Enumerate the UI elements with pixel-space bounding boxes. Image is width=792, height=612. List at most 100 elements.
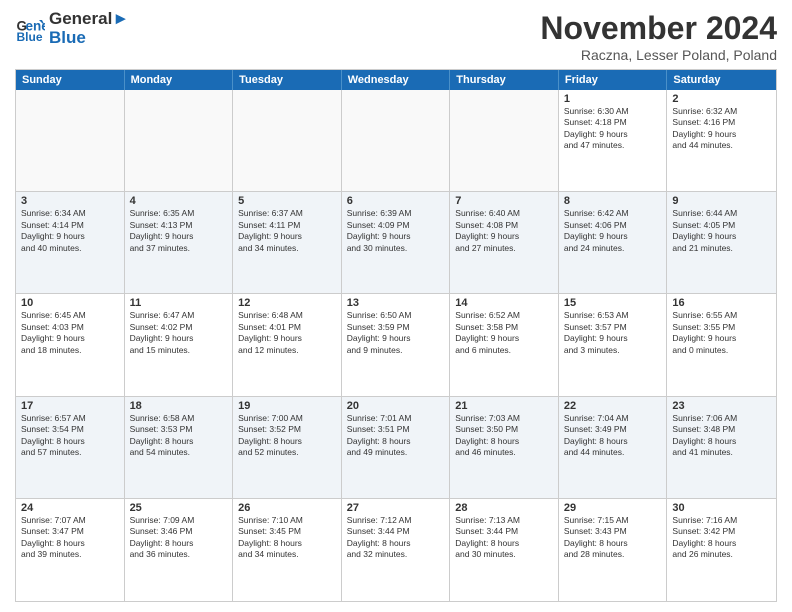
cell-w1-d6: 1Sunrise: 6:30 AM Sunset: 4:18 PM Daylig… — [559, 90, 668, 191]
cell-info-17: Sunrise: 6:57 AM Sunset: 3:54 PM Dayligh… — [21, 413, 119, 459]
cell-w3-d2: 11Sunrise: 6:47 AM Sunset: 4:02 PM Dayli… — [125, 294, 234, 395]
cell-w4-d7: 23Sunrise: 7:06 AM Sunset: 3:48 PM Dayli… — [667, 397, 776, 498]
day-number-19: 19 — [238, 400, 336, 412]
cell-w1-d5 — [450, 90, 559, 191]
cell-info-25: Sunrise: 7:09 AM Sunset: 3:46 PM Dayligh… — [130, 515, 228, 561]
cell-info-4: Sunrise: 6:35 AM Sunset: 4:13 PM Dayligh… — [130, 208, 228, 254]
cell-w3-d6: 15Sunrise: 6:53 AM Sunset: 3:57 PM Dayli… — [559, 294, 668, 395]
week-5: 24Sunrise: 7:07 AM Sunset: 3:47 PM Dayli… — [16, 499, 776, 601]
logo-line2: Blue — [49, 29, 129, 48]
cell-w2-d3: 5Sunrise: 6:37 AM Sunset: 4:11 PM Daylig… — [233, 192, 342, 293]
header: G eneral Blue General► Blue November 202… — [15, 10, 777, 63]
day-number-2: 2 — [672, 93, 771, 105]
logo: G eneral Blue General► Blue — [15, 10, 129, 47]
cell-info-22: Sunrise: 7:04 AM Sunset: 3:49 PM Dayligh… — [564, 413, 662, 459]
header-monday: Monday — [125, 70, 234, 90]
day-number-9: 9 — [672, 195, 771, 207]
day-number-29: 29 — [564, 502, 662, 514]
day-number-10: 10 — [21, 297, 119, 309]
cell-w2-d2: 4Sunrise: 6:35 AM Sunset: 4:13 PM Daylig… — [125, 192, 234, 293]
cell-w5-d5: 28Sunrise: 7:13 AM Sunset: 3:44 PM Dayli… — [450, 499, 559, 601]
page: G eneral Blue General► Blue November 202… — [0, 0, 792, 612]
cell-w2-d5: 7Sunrise: 6:40 AM Sunset: 4:08 PM Daylig… — [450, 192, 559, 293]
cell-w3-d4: 13Sunrise: 6:50 AM Sunset: 3:59 PM Dayli… — [342, 294, 451, 395]
day-number-28: 28 — [455, 502, 553, 514]
cell-info-6: Sunrise: 6:39 AM Sunset: 4:09 PM Dayligh… — [347, 208, 445, 254]
day-number-20: 20 — [347, 400, 445, 412]
month-title: November 2024 — [540, 10, 777, 47]
cell-info-9: Sunrise: 6:44 AM Sunset: 4:05 PM Dayligh… — [672, 208, 771, 254]
cell-info-1: Sunrise: 6:30 AM Sunset: 4:18 PM Dayligh… — [564, 106, 662, 152]
cell-w1-d4 — [342, 90, 451, 191]
header-sunday: Sunday — [16, 70, 125, 90]
cell-info-27: Sunrise: 7:12 AM Sunset: 3:44 PM Dayligh… — [347, 515, 445, 561]
cell-w2-d6: 8Sunrise: 6:42 AM Sunset: 4:06 PM Daylig… — [559, 192, 668, 293]
header-tuesday: Tuesday — [233, 70, 342, 90]
day-number-23: 23 — [672, 400, 771, 412]
cell-info-5: Sunrise: 6:37 AM Sunset: 4:11 PM Dayligh… — [238, 208, 336, 254]
cell-info-30: Sunrise: 7:16 AM Sunset: 3:42 PM Dayligh… — [672, 515, 771, 561]
location: Raczna, Lesser Poland, Poland — [540, 47, 777, 63]
header-thursday: Thursday — [450, 70, 559, 90]
cell-info-23: Sunrise: 7:06 AM Sunset: 3:48 PM Dayligh… — [672, 413, 771, 459]
day-number-21: 21 — [455, 400, 553, 412]
header-friday: Friday — [559, 70, 668, 90]
title-block: November 2024 Raczna, Lesser Poland, Pol… — [540, 10, 777, 63]
cell-w1-d2 — [125, 90, 234, 191]
week-4: 17Sunrise: 6:57 AM Sunset: 3:54 PM Dayli… — [16, 397, 776, 499]
cell-w1-d1 — [16, 90, 125, 191]
day-number-5: 5 — [238, 195, 336, 207]
logo-line1: General► — [49, 10, 129, 29]
day-number-25: 25 — [130, 502, 228, 514]
svg-text:Blue: Blue — [17, 30, 43, 44]
cell-w5-d4: 27Sunrise: 7:12 AM Sunset: 3:44 PM Dayli… — [342, 499, 451, 601]
cell-info-3: Sunrise: 6:34 AM Sunset: 4:14 PM Dayligh… — [21, 208, 119, 254]
cell-info-24: Sunrise: 7:07 AM Sunset: 3:47 PM Dayligh… — [21, 515, 119, 561]
day-number-3: 3 — [21, 195, 119, 207]
cell-w4-d1: 17Sunrise: 6:57 AM Sunset: 3:54 PM Dayli… — [16, 397, 125, 498]
day-number-14: 14 — [455, 297, 553, 309]
calendar-body: 1Sunrise: 6:30 AM Sunset: 4:18 PM Daylig… — [16, 90, 776, 601]
day-number-6: 6 — [347, 195, 445, 207]
cell-w5-d1: 24Sunrise: 7:07 AM Sunset: 3:47 PM Dayli… — [16, 499, 125, 601]
day-number-13: 13 — [347, 297, 445, 309]
cell-info-13: Sunrise: 6:50 AM Sunset: 3:59 PM Dayligh… — [347, 310, 445, 356]
header-wednesday: Wednesday — [342, 70, 451, 90]
day-number-7: 7 — [455, 195, 553, 207]
cell-info-15: Sunrise: 6:53 AM Sunset: 3:57 PM Dayligh… — [564, 310, 662, 356]
cell-info-26: Sunrise: 7:10 AM Sunset: 3:45 PM Dayligh… — [238, 515, 336, 561]
day-number-18: 18 — [130, 400, 228, 412]
cell-w3-d7: 16Sunrise: 6:55 AM Sunset: 3:55 PM Dayli… — [667, 294, 776, 395]
day-number-4: 4 — [130, 195, 228, 207]
cell-info-29: Sunrise: 7:15 AM Sunset: 3:43 PM Dayligh… — [564, 515, 662, 561]
logo-icon: G eneral Blue — [15, 14, 45, 44]
calendar-header: Sunday Monday Tuesday Wednesday Thursday… — [16, 70, 776, 90]
week-3: 10Sunrise: 6:45 AM Sunset: 4:03 PM Dayli… — [16, 294, 776, 396]
day-number-8: 8 — [564, 195, 662, 207]
cell-info-2: Sunrise: 6:32 AM Sunset: 4:16 PM Dayligh… — [672, 106, 771, 152]
cell-info-7: Sunrise: 6:40 AM Sunset: 4:08 PM Dayligh… — [455, 208, 553, 254]
cell-w4-d2: 18Sunrise: 6:58 AM Sunset: 3:53 PM Dayli… — [125, 397, 234, 498]
cell-info-28: Sunrise: 7:13 AM Sunset: 3:44 PM Dayligh… — [455, 515, 553, 561]
cell-w5-d3: 26Sunrise: 7:10 AM Sunset: 3:45 PM Dayli… — [233, 499, 342, 601]
day-number-24: 24 — [21, 502, 119, 514]
cell-info-16: Sunrise: 6:55 AM Sunset: 3:55 PM Dayligh… — [672, 310, 771, 356]
cell-info-10: Sunrise: 6:45 AM Sunset: 4:03 PM Dayligh… — [21, 310, 119, 356]
cell-info-14: Sunrise: 6:52 AM Sunset: 3:58 PM Dayligh… — [455, 310, 553, 356]
cell-w5-d2: 25Sunrise: 7:09 AM Sunset: 3:46 PM Dayli… — [125, 499, 234, 601]
cell-info-21: Sunrise: 7:03 AM Sunset: 3:50 PM Dayligh… — [455, 413, 553, 459]
cell-w4-d6: 22Sunrise: 7:04 AM Sunset: 3:49 PM Dayli… — [559, 397, 668, 498]
cell-w2-d7: 9Sunrise: 6:44 AM Sunset: 4:05 PM Daylig… — [667, 192, 776, 293]
cell-info-18: Sunrise: 6:58 AM Sunset: 3:53 PM Dayligh… — [130, 413, 228, 459]
day-number-11: 11 — [130, 297, 228, 309]
day-number-17: 17 — [21, 400, 119, 412]
cell-w1-d7: 2Sunrise: 6:32 AM Sunset: 4:16 PM Daylig… — [667, 90, 776, 191]
cell-w3-d3: 12Sunrise: 6:48 AM Sunset: 4:01 PM Dayli… — [233, 294, 342, 395]
day-number-26: 26 — [238, 502, 336, 514]
day-number-27: 27 — [347, 502, 445, 514]
header-saturday: Saturday — [667, 70, 776, 90]
cell-info-20: Sunrise: 7:01 AM Sunset: 3:51 PM Dayligh… — [347, 413, 445, 459]
cell-w4-d3: 19Sunrise: 7:00 AM Sunset: 3:52 PM Dayli… — [233, 397, 342, 498]
day-number-1: 1 — [564, 93, 662, 105]
day-number-12: 12 — [238, 297, 336, 309]
